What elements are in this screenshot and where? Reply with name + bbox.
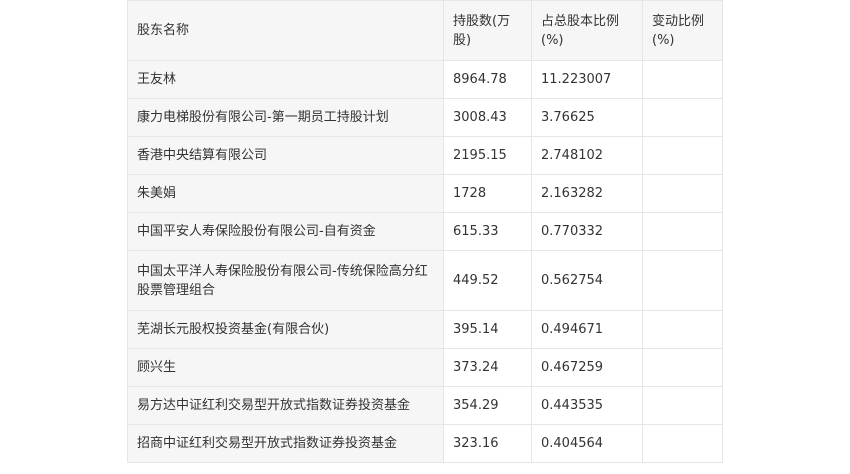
cell-shares: 2195.15 [443, 136, 532, 175]
cell-shares: 323.16 [443, 424, 532, 463]
cell-shareholder-name: 芜湖长元股权投资基金(有限合伙) [127, 310, 444, 349]
cell-shareholder-name: 顾兴生 [127, 348, 444, 387]
cell-shareholder-name: 香港中央结算有限公司 [127, 136, 444, 175]
cell-change [642, 136, 723, 175]
cell-shares: 449.52 [443, 250, 532, 311]
cell-ratio: 0.562754 [531, 250, 643, 311]
cell-shares: 8964.78 [443, 60, 532, 99]
cell-ratio: 0.770332 [531, 212, 643, 251]
shareholder-table: 股东名称 持股数(万股) 占总股本比例(%) 变动比例(%) 王友林 8964.… [127, 0, 723, 463]
table-row: 芜湖长元股权投资基金(有限合伙) 395.14 0.494671 [127, 310, 723, 349]
cell-shareholder-name: 中国太平洋人寿保险股份有限公司-传统保险高分红股票管理组合 [127, 250, 444, 311]
table-row: 招商中证红利交易型开放式指数证券投资基金 323.16 0.404564 [127, 424, 723, 463]
cell-ratio: 2.748102 [531, 136, 643, 175]
header-shareholder-name: 股东名称 [127, 0, 444, 61]
cell-shares: 373.24 [443, 348, 532, 387]
shareholder-table-container: 股东名称 持股数(万股) 占总股本比例(%) 变动比例(%) 王友林 8964.… [127, 0, 723, 463]
cell-ratio: 0.443535 [531, 386, 643, 425]
cell-change [642, 424, 723, 463]
cell-shares: 1728 [443, 174, 532, 213]
cell-change [642, 386, 723, 425]
table-row: 朱美娟 1728 2.163282 [127, 174, 723, 213]
cell-change [642, 174, 723, 213]
table-row: 中国太平洋人寿保险股份有限公司-传统保险高分红股票管理组合 449.52 0.5… [127, 250, 723, 311]
cell-shareholder-name: 王友林 [127, 60, 444, 99]
header-shares: 持股数(万股) [443, 0, 532, 61]
cell-ratio: 0.467259 [531, 348, 643, 387]
cell-ratio: 0.404564 [531, 424, 643, 463]
cell-shares: 395.14 [443, 310, 532, 349]
cell-ratio: 3.76625 [531, 98, 643, 137]
cell-shareholder-name: 中国平安人寿保险股份有限公司-自有资金 [127, 212, 444, 251]
cell-change [642, 98, 723, 137]
cell-shares: 3008.43 [443, 98, 532, 137]
cell-shareholder-name: 招商中证红利交易型开放式指数证券投资基金 [127, 424, 444, 463]
cell-ratio: 0.494671 [531, 310, 643, 349]
cell-change [642, 250, 723, 311]
header-change: 变动比例(%) [642, 0, 723, 61]
table-row: 康力电梯股份有限公司-第一期员工持股计划 3008.43 3.76625 [127, 98, 723, 137]
cell-change [642, 348, 723, 387]
table-row: 顾兴生 373.24 0.467259 [127, 348, 723, 387]
table-row: 中国平安人寿保险股份有限公司-自有资金 615.33 0.770332 [127, 212, 723, 251]
table-row: 王友林 8964.78 11.223007 [127, 60, 723, 99]
cell-change [642, 60, 723, 99]
cell-ratio: 11.223007 [531, 60, 643, 99]
table-row: 易方达中证红利交易型开放式指数证券投资基金 354.29 0.443535 [127, 386, 723, 425]
cell-shares: 615.33 [443, 212, 532, 251]
cell-shareholder-name: 康力电梯股份有限公司-第一期员工持股计划 [127, 98, 444, 137]
cell-shares: 354.29 [443, 386, 532, 425]
cell-shareholder-name: 朱美娟 [127, 174, 444, 213]
header-ratio: 占总股本比例(%) [531, 0, 643, 61]
table-body: 王友林 8964.78 11.223007 康力电梯股份有限公司-第一期员工持股… [127, 60, 723, 463]
header-row: 股东名称 持股数(万股) 占总股本比例(%) 变动比例(%) [127, 0, 723, 61]
table-row: 香港中央结算有限公司 2195.15 2.748102 [127, 136, 723, 175]
cell-ratio: 2.163282 [531, 174, 643, 213]
table-header: 股东名称 持股数(万股) 占总股本比例(%) 变动比例(%) [127, 0, 723, 61]
cell-shareholder-name: 易方达中证红利交易型开放式指数证券投资基金 [127, 386, 444, 425]
cell-change [642, 310, 723, 349]
cell-change [642, 212, 723, 251]
